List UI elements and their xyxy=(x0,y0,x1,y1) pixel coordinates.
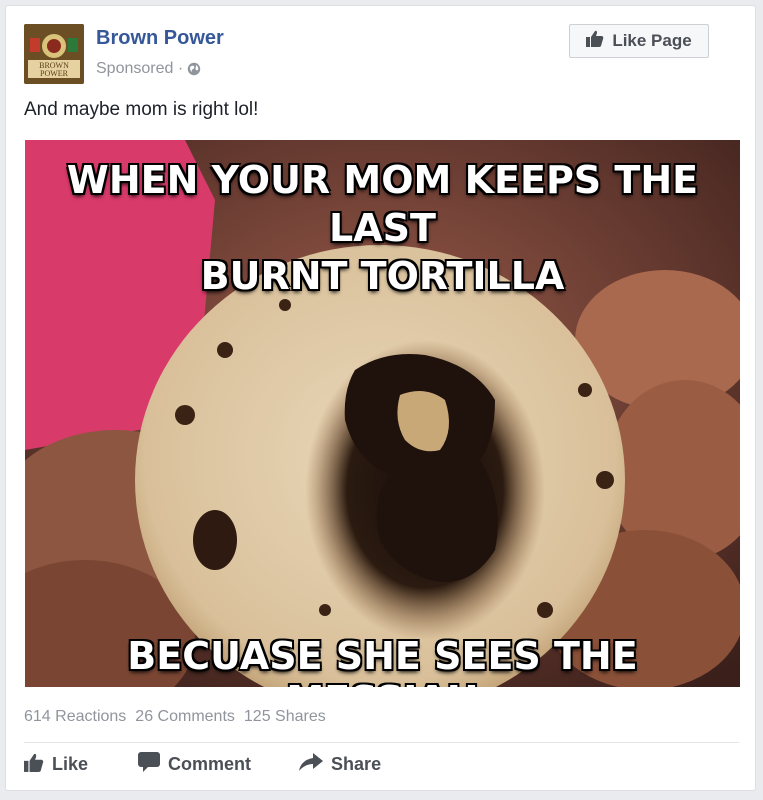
meme-top-line-1: WHEN YOUR MOM KEEPS THE LAST xyxy=(66,158,699,250)
meme-bottom-text: BECUASE SHE SEES THE MESSIAH xyxy=(127,634,638,687)
post-image[interactable]: WHEN YOUR MOM KEEPS THE LAST BURNT TORTI… xyxy=(25,140,740,687)
like-button[interactable]: Like xyxy=(24,753,88,777)
post-stats: 614 Reactions 26 Comments 125 Shares xyxy=(24,708,326,726)
comment-button[interactable]: Comment xyxy=(138,752,251,777)
thumbs-up-icon xyxy=(586,30,604,52)
comment-label: Comment xyxy=(168,754,252,774)
sponsored-text[interactable]: Sponsored · xyxy=(96,60,183,78)
post-actions: Like Comment Share xyxy=(24,752,381,777)
meme-top-text: WHEN YOUR MOM KEEPS THE LAST BURNT TORTI… xyxy=(25,156,740,300)
share-arrow-icon xyxy=(299,753,324,776)
page-name-link[interactable]: Brown Power xyxy=(96,27,224,50)
sponsored-label: Sponsored · xyxy=(96,60,201,78)
post-caption: And maybe mom is right lol! xyxy=(24,99,259,120)
svg-text:POWER: POWER xyxy=(40,69,69,78)
thumbs-up-icon xyxy=(24,753,44,777)
post-card: BROWN POWER Brown Power Sponsored · Like… xyxy=(5,5,756,791)
globe-icon[interactable] xyxy=(187,62,201,76)
reactions-count[interactable]: 614 Reactions xyxy=(24,708,126,726)
actions-divider xyxy=(24,742,739,743)
share-label: Share xyxy=(331,754,382,774)
shares-count[interactable]: 125 Shares xyxy=(244,708,326,726)
meme-top-line-2: BURNT TORTILLA xyxy=(200,254,565,298)
like-page-button[interactable]: Like Page xyxy=(569,24,709,58)
like-label: Like xyxy=(52,754,89,774)
speech-bubble-icon xyxy=(138,752,161,777)
page-avatar[interactable]: BROWN POWER xyxy=(24,24,84,84)
comments-count[interactable]: 26 Comments xyxy=(135,708,235,726)
like-page-label: Like Page xyxy=(612,31,692,50)
share-button[interactable]: Share xyxy=(299,753,381,776)
